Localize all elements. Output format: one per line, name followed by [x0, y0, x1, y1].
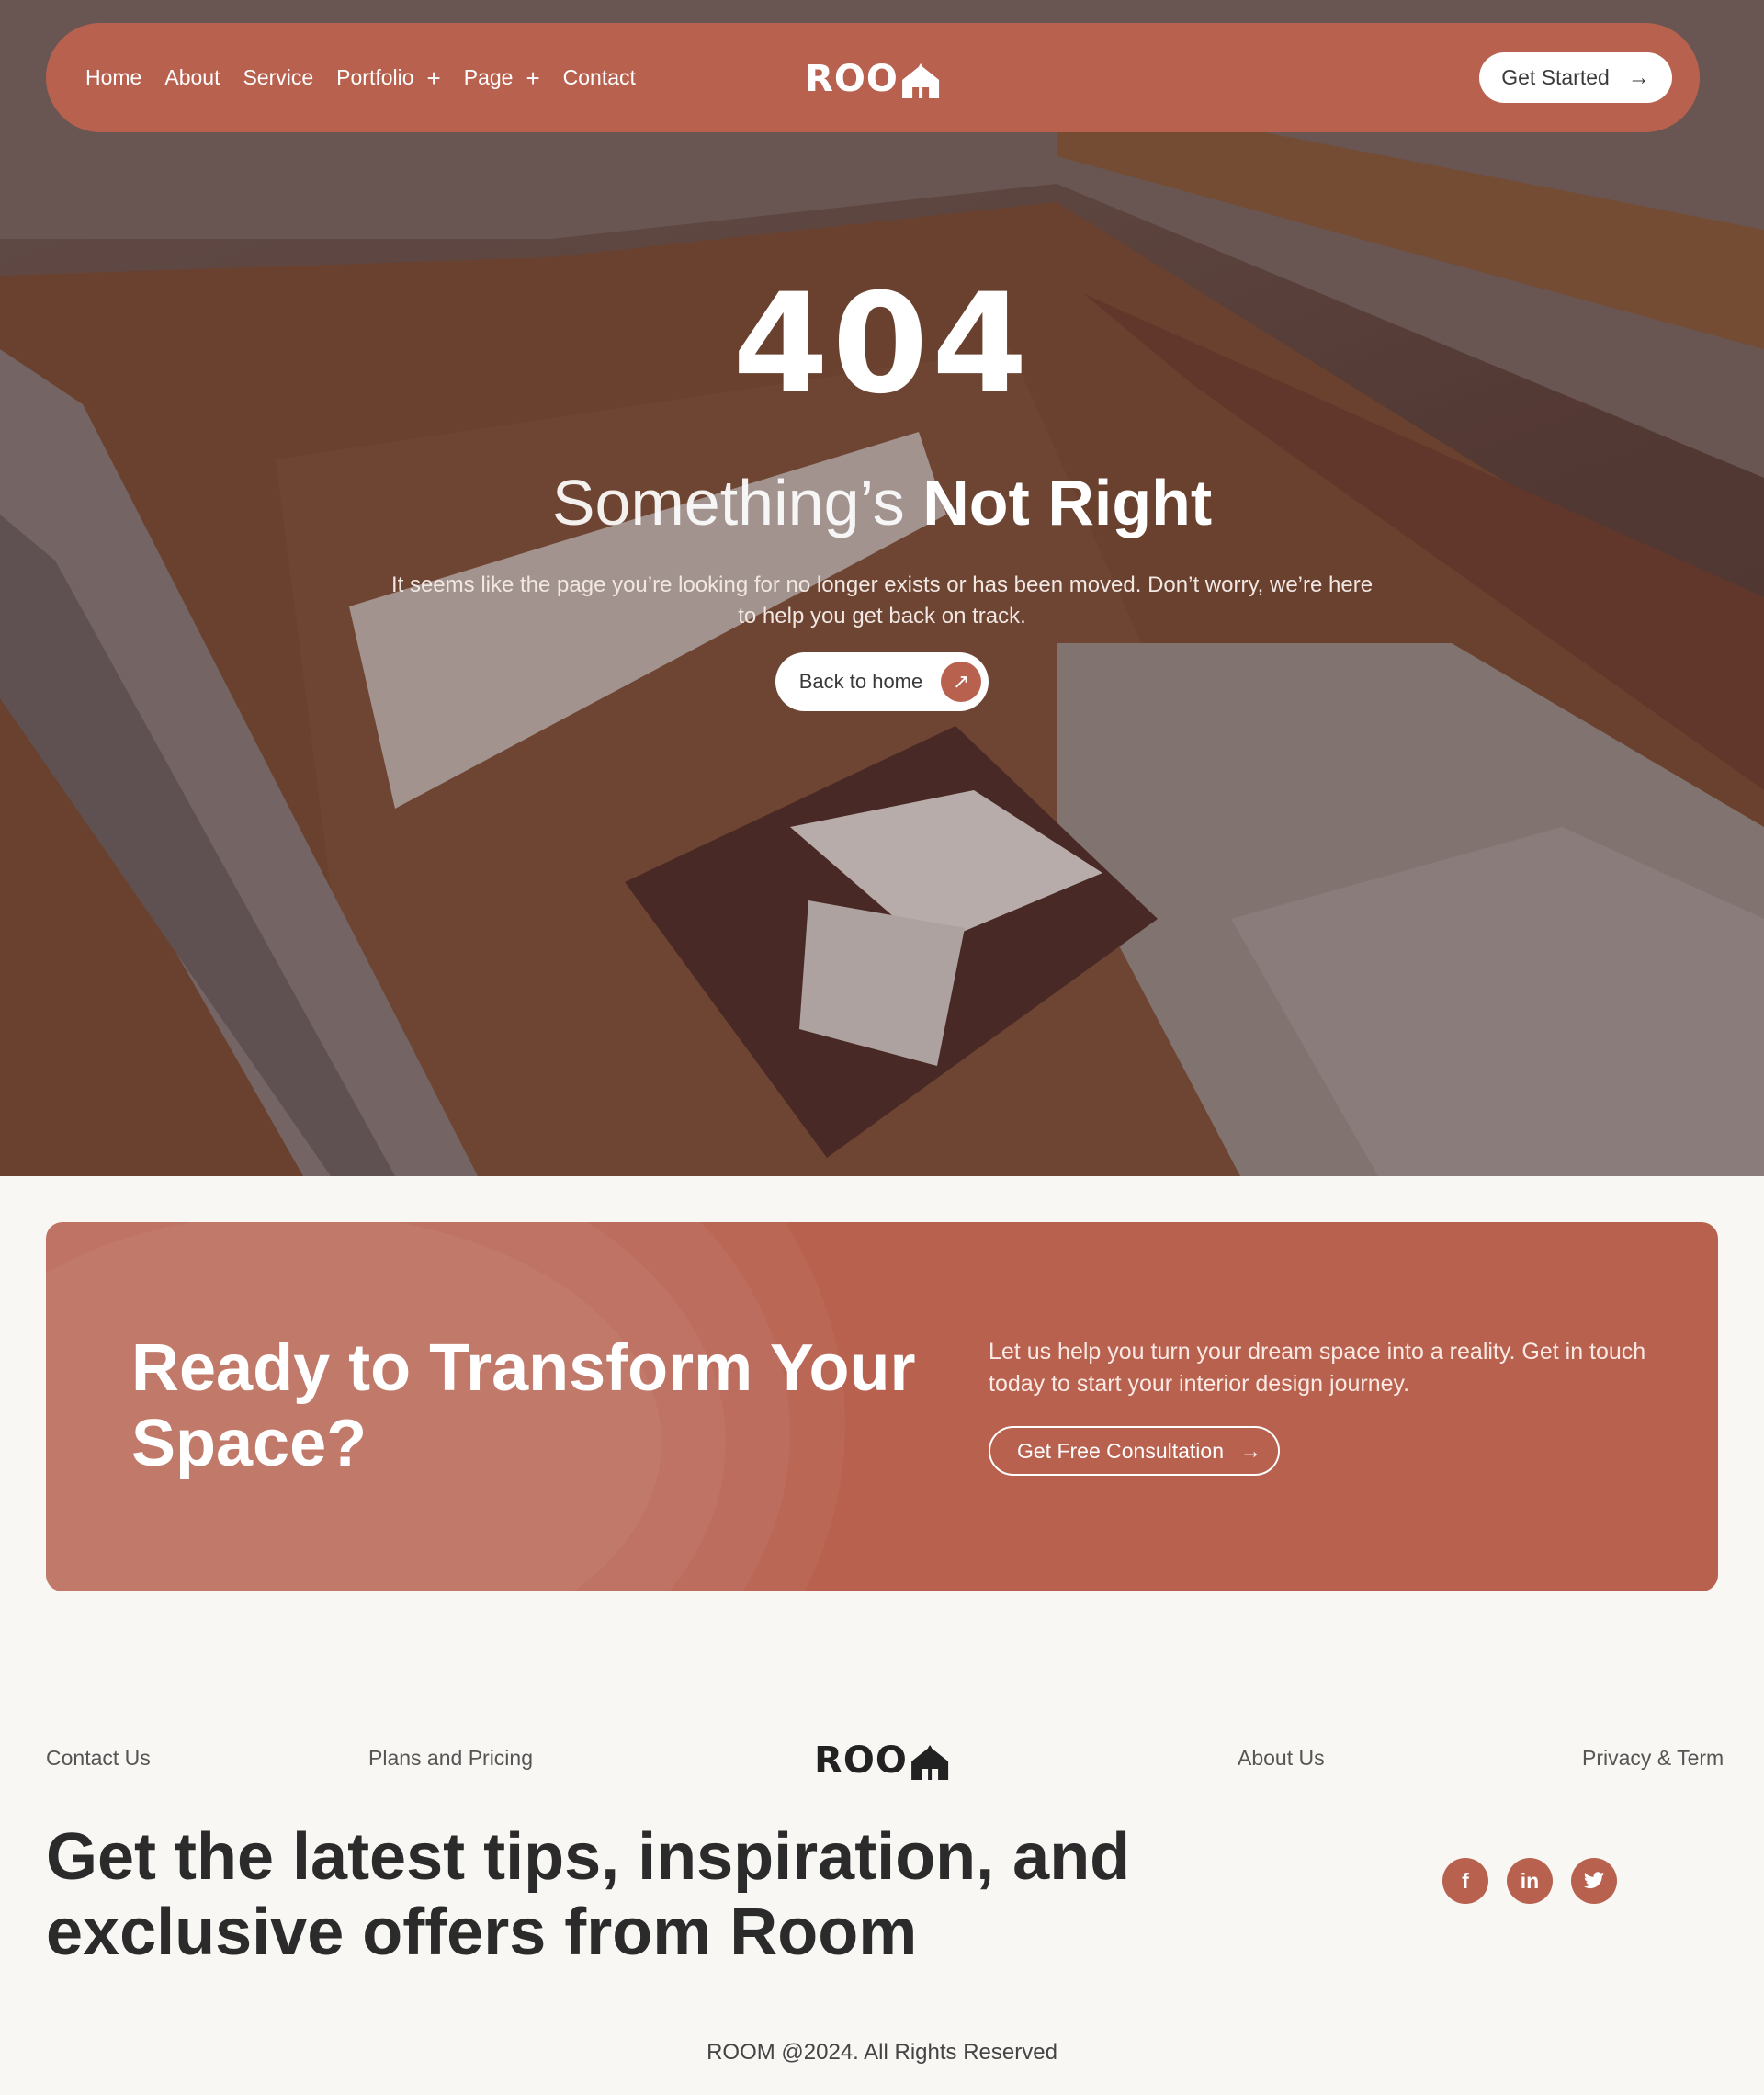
hero-section: Home About Service Portfolio + Page + Cont… [0, 0, 1764, 1176]
hero-content: 404 Something’s Not Right It seems like … [0, 276, 1764, 711]
page-title: Something’s Not Right [0, 470, 1764, 535]
free-consultation-button[interactable]: Get Free Consultation → [989, 1426, 1281, 1476]
cta-banner: Ready to Transform Your Space? Let us he… [46, 1222, 1718, 1591]
back-to-home-button[interactable]: Back to home ↗ [775, 652, 989, 711]
footer-link-about[interactable]: About Us [1238, 1746, 1325, 1771]
copyright-text: ROOM @2024. All Rights Reserved [707, 2040, 1057, 2065]
house-icon [901, 63, 939, 98]
nav-item-portfolio[interactable]: Portfolio + [336, 65, 441, 90]
house-icon [910, 1745, 948, 1780]
logo-text: ROO [805, 58, 899, 100]
nav-item-service[interactable]: Service [243, 65, 313, 90]
title-part-light: Something’s [551, 467, 905, 538]
error-code: 404 [732, 265, 1032, 425]
nav-item-label: Home [85, 65, 142, 89]
logo-text: ROO [814, 1739, 908, 1782]
nav-item-label: Page [463, 65, 514, 89]
arrow-up-right-icon: ↗ [941, 662, 982, 702]
get-started-label: Get Started [1501, 65, 1610, 89]
arrow-right-icon: → [1627, 64, 1650, 90]
back-to-home-label: Back to home [798, 670, 923, 693]
twitter-icon[interactable] [1571, 1858, 1617, 1904]
nav-links: Home About Service Portfolio + Page + Cont… [85, 65, 659, 90]
footer-logo[interactable]: ROO [814, 1739, 950, 1782]
cta-description: Let us help you turn your dream space in… [989, 1339, 1646, 1397]
nav-item-home[interactable]: Home [85, 65, 141, 90]
nav-item-label: Contact [562, 65, 636, 89]
social-links: f in [1442, 1858, 1617, 1904]
footer-link-contact[interactable]: Contact Us [46, 1746, 151, 1771]
arrow-right-icon: → [1240, 1438, 1262, 1463]
get-started-button[interactable]: Get Started → [1479, 52, 1672, 103]
nav-item-contact[interactable]: Contact [563, 65, 636, 90]
nav-item-label: About [164, 65, 220, 89]
nav-item-about[interactable]: About [164, 65, 220, 90]
title-part-bold: Not Right [922, 467, 1213, 538]
footer-link-plans[interactable]: Plans and Pricing [368, 1746, 533, 1771]
nav-item-label: Portfolio [336, 65, 414, 89]
free-consultation-label: Get Free Consultation [1017, 1438, 1225, 1463]
twitter-bird-icon [1584, 1872, 1604, 1889]
facebook-icon[interactable]: f [1442, 1858, 1488, 1904]
top-navbar: Home About Service Portfolio + Page + Cont… [46, 23, 1700, 132]
linkedin-icon[interactable]: in [1507, 1858, 1553, 1904]
cta-title: Ready to Transform Your Space? [131, 1331, 916, 1480]
footer-link-privacy[interactable]: Privacy & Term [1582, 1746, 1724, 1771]
hero-description: It seems like the page you’re looking fo… [390, 572, 1374, 628]
brand-logo[interactable]: ROO [805, 58, 941, 100]
newsletter-heading: Get the latest tips, inspiration, and ex… [46, 1820, 1131, 1969]
plus-icon: + [426, 63, 441, 92]
nav-item-page[interactable]: Page + [464, 65, 540, 90]
nav-item-label: Service [243, 65, 314, 89]
plus-icon: + [526, 63, 540, 92]
